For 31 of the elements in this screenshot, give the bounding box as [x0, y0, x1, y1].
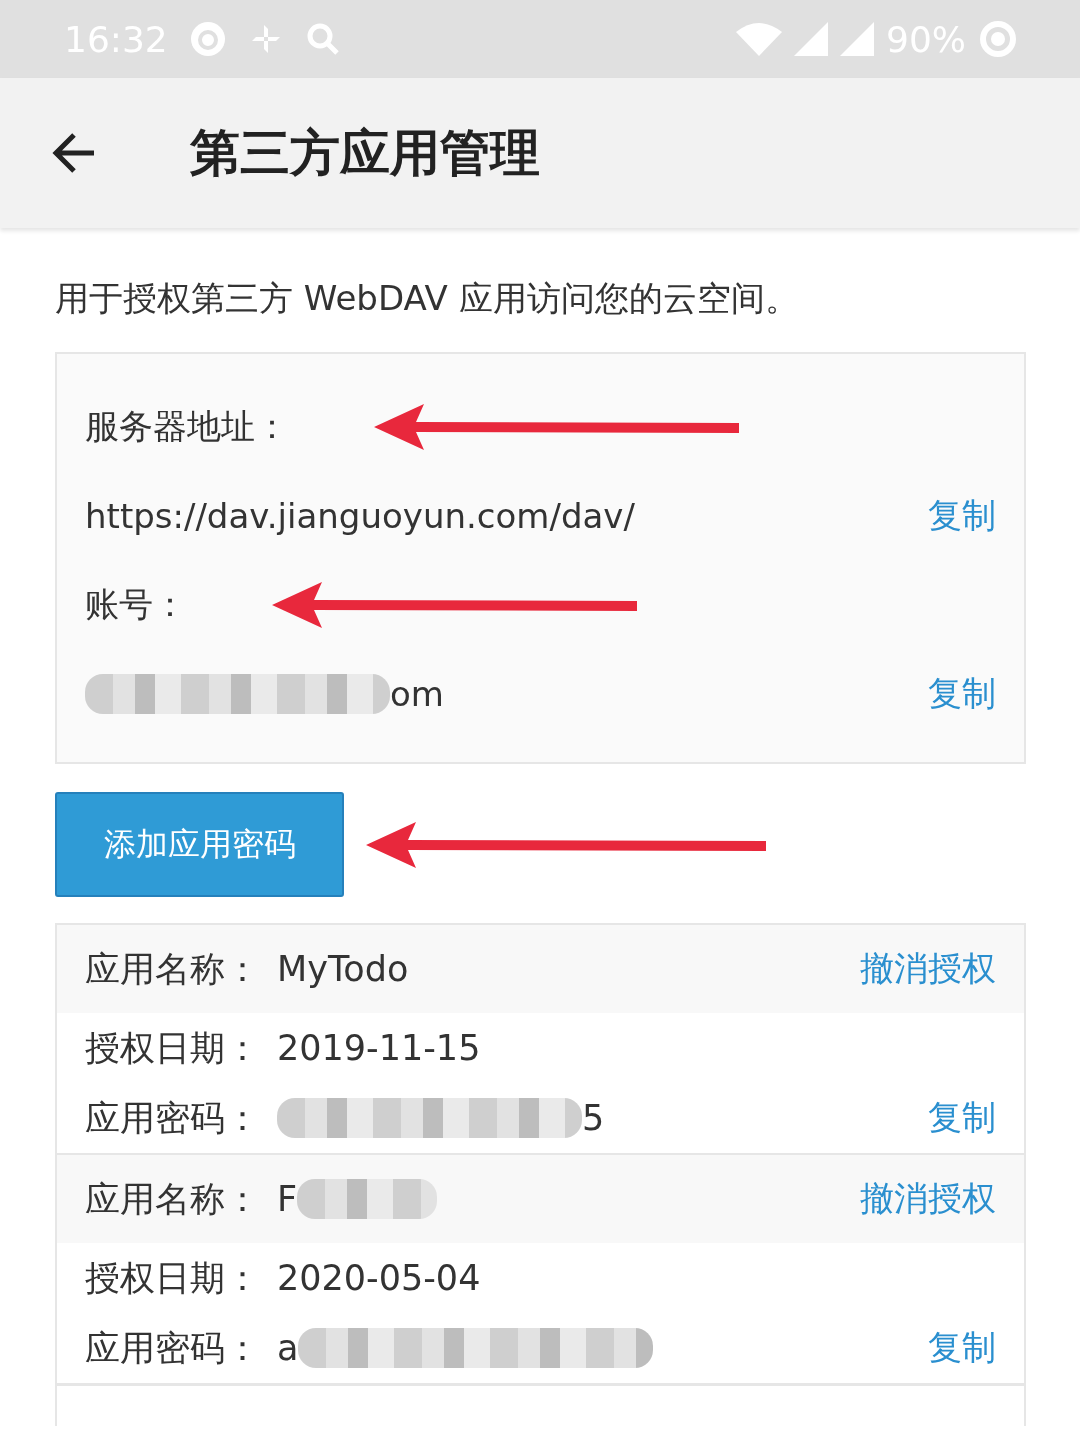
field-label: 授权日期： [85, 1256, 261, 1300]
copy-link[interactable]: 复制 [928, 1325, 996, 1371]
battery-ring-icon [978, 19, 1018, 59]
field-value: F [277, 1179, 298, 1219]
field-label: 应用名称： [85, 1177, 261, 1221]
revoke-link[interactable]: 撤消授权 [860, 946, 996, 992]
copy-link[interactable]: 复制 [928, 670, 996, 717]
signal-icon [794, 22, 828, 56]
field-value: 2019-11-15 [277, 1028, 481, 1068]
revoke-link[interactable]: 撤消授权 [860, 1176, 996, 1222]
back-button[interactable] [52, 131, 96, 175]
field-label: 账号： [85, 582, 187, 626]
wifi-icon [736, 22, 782, 56]
search-icon [305, 22, 340, 56]
field-label: 授权日期： [85, 1026, 261, 1070]
field-value: MyTodo [277, 949, 409, 989]
field-label: 服务器地址： [85, 404, 289, 448]
field-value: a [277, 1328, 299, 1368]
field-label: 应用密码： [85, 1096, 261, 1140]
field-value: om [390, 673, 444, 714]
field-label: 应用名称： [85, 947, 261, 991]
field-value: 2020-05-04 [277, 1258, 481, 1298]
description-text: 用于授权第三方 WebDAV 应用访问您的云空间。 [55, 277, 800, 320]
field-value: https://dav.jianguoyun.com/dav/ [85, 495, 635, 536]
add-password-button[interactable]: 添加应用密码 [55, 792, 344, 897]
signal-icon [840, 22, 874, 56]
copy-link[interactable]: 复制 [928, 1095, 996, 1141]
field-label: 应用密码： [85, 1326, 261, 1370]
page-title: 第三方应用管理 [190, 122, 540, 184]
field-value: 5 [582, 1098, 605, 1138]
copy-link[interactable]: 复制 [928, 492, 996, 539]
